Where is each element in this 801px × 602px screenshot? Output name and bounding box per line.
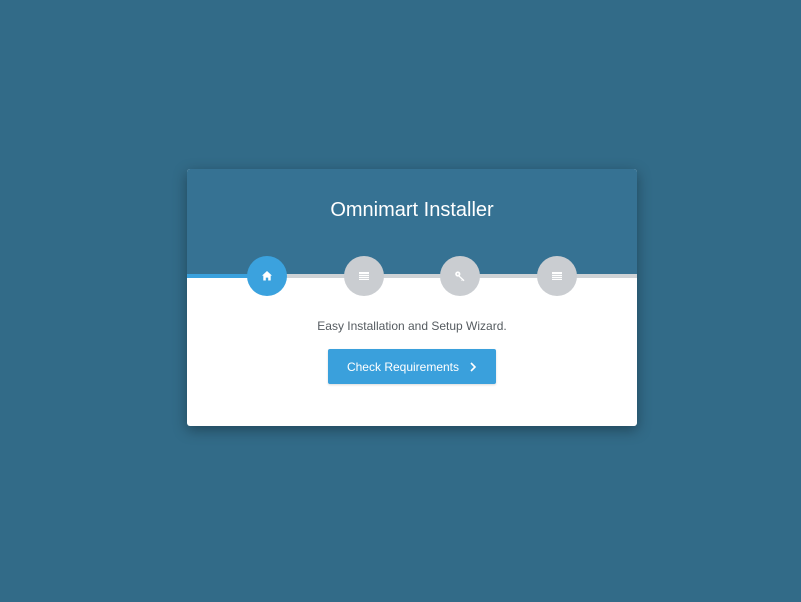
step-home[interactable] [247,256,287,296]
step-settings[interactable] [537,256,577,296]
list-icon [552,272,562,280]
installer-card: Omnimart Installer Easy Installation and… [187,169,637,426]
key-icon [455,271,465,282]
installer-subtitle: Easy Installation and Setup Wizard. [317,319,507,333]
step-requirements[interactable] [344,256,384,296]
chevron-right-icon [469,361,477,372]
check-requirements-label: Check Requirements [346,359,460,374]
step-progress-fill [187,274,250,278]
check-requirements-button[interactable]: Check Requirements [328,349,496,384]
page-title: Omnimart Installer [330,199,494,221]
list-icon [359,272,369,280]
step-permissions[interactable] [440,256,480,296]
home-icon [262,271,272,281]
